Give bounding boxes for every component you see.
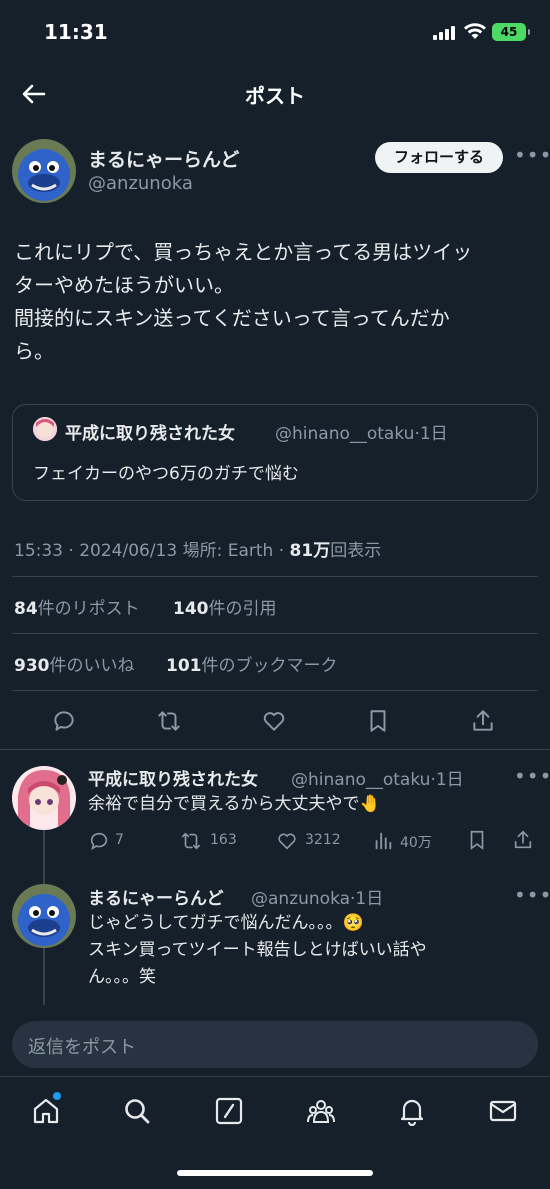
quotes-label: 件の引用 (208, 599, 277, 619)
home-indicator (177, 1170, 373, 1176)
notifications-bell-icon[interactable] (397, 1096, 427, 1126)
share-icon[interactable] (470, 708, 496, 734)
search-icon[interactable] (122, 1096, 152, 1126)
reply2-more-icon[interactable]: ••• (514, 883, 550, 907)
bookmarks-stat[interactable]: 101件のブックマーク (166, 651, 338, 676)
bookmarks-label: 件のブックマーク (201, 656, 338, 676)
repost-count: 163 (210, 832, 237, 848)
bookmark-icon[interactable] (365, 708, 391, 734)
reply-icon[interactable] (88, 830, 110, 852)
views-label: 回表示 (330, 541, 382, 561)
reply-icon[interactable] (51, 708, 77, 734)
reposts-label: 件のリポスト (37, 599, 140, 619)
reply2-text: じゃどうしてガチで悩んだん。。。🥺 スキン買ってツイート報告しとけばいい話や ん… (88, 913, 427, 987)
reply-placeholder[interactable]: 返信をポスト (28, 1033, 136, 1059)
likes-label: 件のいいね (49, 656, 135, 676)
quote-author-handle: @hinano__otaku·1日 (275, 424, 448, 444)
back-arrow-icon[interactable] (20, 80, 48, 108)
messages-icon[interactable] (488, 1096, 518, 1126)
quotes-count: 140 (173, 599, 209, 619)
wifi-icon (464, 23, 486, 39)
reply-count: 7 (115, 832, 124, 848)
share-icon[interactable] (512, 829, 534, 851)
communities-icon[interactable] (306, 1096, 336, 1126)
quoted-post[interactable]: 平成に取り残された女 @hinano__otaku·1日 フェイカーのやつ6万の… (12, 404, 538, 501)
like-icon[interactable] (276, 830, 298, 852)
quote-text: フェイカーのやつ6万のガチで悩む (33, 464, 299, 484)
home-icon[interactable] (31, 1096, 61, 1126)
bookmark-icon[interactable] (466, 829, 488, 851)
likes-stat[interactable]: 930件のいいね (14, 651, 135, 676)
quote-author-name: 平成に取り残された女 (65, 424, 235, 444)
post-text: これにリプで、買っちゃえとか言ってる男はツイッ ターやめたほうがいい。 間接的に… (14, 240, 473, 363)
author-name[interactable]: まるにゃーらんど (88, 145, 239, 172)
reply2-author-avatar[interactable] (12, 884, 76, 948)
divider (12, 576, 538, 577)
grok-icon[interactable] (214, 1096, 244, 1126)
reply-author-name[interactable]: 平成に取り残された女 (88, 765, 258, 790)
views-icon[interactable] (372, 830, 394, 852)
like-count: 3212 (305, 832, 341, 848)
reply-text: 余裕で自分で買えるから大丈夫やで🤚 (88, 794, 381, 814)
battery-indicator: 45 (492, 23, 530, 41)
page-title: ポスト (245, 84, 305, 108)
author-avatar[interactable] (12, 139, 76, 203)
reposts-stat[interactable]: 84件のリポスト (14, 594, 140, 619)
cellular-signal-icon (433, 26, 457, 40)
post-meta: 15:33 · 2024/06/13 場所: Earth · 81万回表示 (14, 536, 381, 561)
quotes-stat[interactable]: 140件の引用 (173, 594, 277, 619)
status-time: 11:31 (44, 20, 108, 44)
reply-composer[interactable]: 返信をポスト (12, 1021, 538, 1068)
like-icon[interactable] (261, 708, 287, 734)
bookmarks-count: 101 (166, 656, 202, 676)
reply2-author-handle[interactable]: @anzunoka·1日 (251, 884, 383, 909)
reply-more-icon[interactable]: ••• (514, 764, 550, 788)
author-handle[interactable]: @anzunoka (88, 173, 193, 194)
divider (12, 690, 538, 691)
more-options-icon[interactable]: ••• (514, 143, 550, 167)
post-timestamp-location: 15:33 · 2024/06/13 場所: Earth · (14, 541, 290, 561)
quote-author-avatar (33, 417, 57, 441)
notification-dot (53, 1092, 61, 1100)
reply-author-avatar[interactable] (12, 766, 76, 830)
reply-author-handle[interactable]: @hinano__otaku·1日 (291, 765, 464, 790)
likes-count: 930 (14, 656, 50, 676)
follow-button[interactable]: フォローする (375, 142, 503, 173)
repost-icon[interactable] (180, 830, 202, 852)
repost-icon[interactable] (156, 708, 182, 734)
views-count: 40万 (400, 835, 432, 851)
reposts-count: 84 (14, 599, 38, 619)
divider (0, 749, 550, 750)
views-count: 81万 (289, 541, 331, 561)
divider (12, 633, 538, 634)
reply2-author-name[interactable]: まるにゃーらんど (88, 884, 224, 909)
